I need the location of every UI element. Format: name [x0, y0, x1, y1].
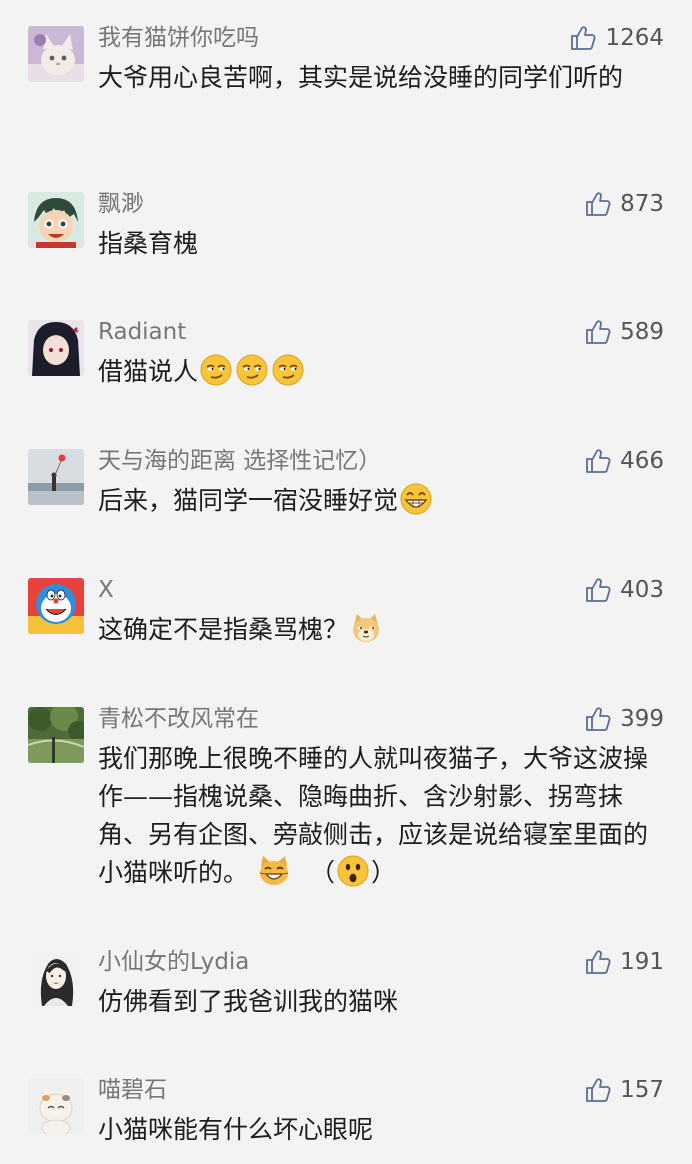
doraemon-avatar[interactable]: [28, 578, 84, 634]
anime-boy-avatar[interactable]: [28, 192, 84, 248]
like-count: 873: [620, 191, 664, 217]
smirk-emoji: [235, 353, 269, 387]
paren-close: ）: [370, 858, 396, 887]
thumbs-up-icon: [569, 24, 597, 52]
cat-emoji: [257, 854, 291, 888]
thumbs-up-icon: [584, 447, 612, 475]
thumbs-up-icon: [584, 948, 612, 976]
like-button[interactable]: 191: [584, 946, 664, 978]
comment-username[interactable]: 天与海的距离 选择性记忆）: [98, 445, 381, 477]
like-button[interactable]: 589: [584, 316, 664, 348]
comment-text: 指桑育槐: [98, 229, 199, 258]
like-count: 466: [620, 448, 664, 474]
smirk-emoji: [271, 353, 305, 387]
grin-emoji: [399, 482, 433, 516]
doge-emoji: [349, 611, 383, 645]
like-button[interactable]: 399: [584, 703, 664, 735]
comment-username[interactable]: X: [98, 574, 114, 606]
comment-text: 小猫咪能有什么坏心眼呢: [98, 1115, 374, 1144]
tree-avatar[interactable]: [28, 707, 84, 763]
comment-text: 这确定不是指桑骂槐？: [98, 611, 658, 649]
like-button[interactable]: 1264: [569, 22, 664, 54]
smirk-emoji: [199, 353, 233, 387]
comment-username[interactable]: 青松不改风常在: [98, 703, 259, 735]
paren-open: （: [309, 858, 335, 887]
comment-text: 我们那晚上很晚不睡的人就叫夜猫子，大爷这波操作——指槐说桑、隐晦曲折、含沙射影、…: [98, 744, 649, 888]
comment-text: 后来，猫同学一宿没睡好觉: [98, 482, 658, 520]
like-count: 191: [620, 949, 664, 975]
surprised-emoji: [336, 854, 370, 888]
cat-avatar[interactable]: [28, 26, 84, 82]
like-button[interactable]: 157: [584, 1074, 664, 1106]
comment-username[interactable]: 我有猫饼你吃吗: [98, 22, 259, 54]
sea-avatar[interactable]: [28, 449, 84, 505]
comment-list: 我有猫饼你吃吗 1264 大爷用心良苦啊，其实是说给没睡的同学们听的 飘渺 87…: [0, 0, 692, 1164]
thumbs-up-icon: [584, 190, 612, 218]
thumbs-up-icon: [584, 705, 612, 733]
like-button[interactable]: 873: [584, 188, 664, 220]
girl-sketch-avatar[interactable]: [28, 950, 84, 1006]
like-count: 403: [620, 577, 664, 603]
comment-text: 大爷用心良苦啊，其实是说给没睡的同学们听的: [98, 63, 624, 92]
lucky-cat-avatar[interactable]: [28, 1078, 84, 1134]
comment-username[interactable]: 小仙女的Lydia: [98, 946, 249, 978]
like-count: 589: [620, 319, 664, 345]
thumbs-up-icon: [584, 318, 612, 346]
anime-girl-avatar[interactable]: [28, 320, 84, 376]
like-button[interactable]: 466: [584, 445, 664, 477]
like-count: 157: [620, 1077, 664, 1103]
like-count: 1264: [605, 25, 664, 51]
comment-text: 借猫说人: [98, 353, 658, 391]
comment-text: 仿佛看到了我爸训我的猫咪: [98, 987, 399, 1016]
thumbs-up-icon: [584, 1076, 612, 1104]
thumbs-up-icon: [584, 576, 612, 604]
comment-username[interactable]: Radiant: [98, 316, 186, 348]
like-button[interactable]: 403: [584, 574, 664, 606]
like-count: 399: [620, 706, 664, 732]
comment-username[interactable]: 喵碧石: [98, 1074, 167, 1106]
comment-username[interactable]: 飘渺: [98, 188, 144, 220]
